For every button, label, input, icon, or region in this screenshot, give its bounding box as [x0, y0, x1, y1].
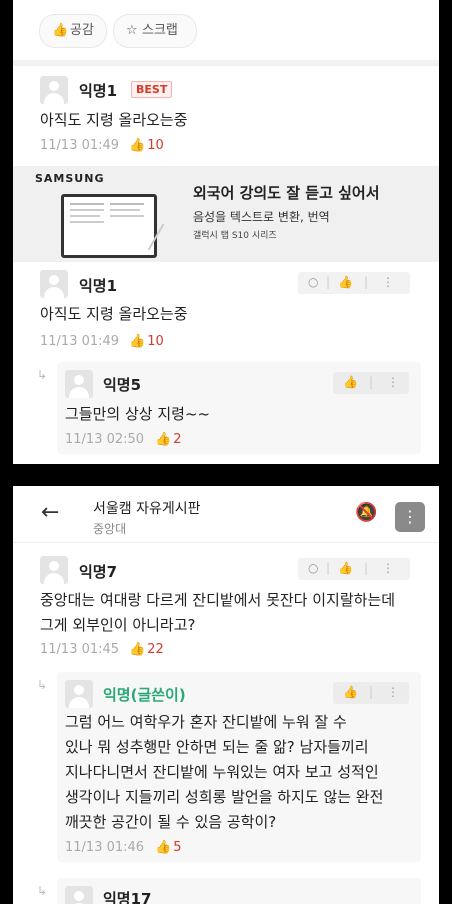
thumbs-up-icon: 👍	[155, 840, 172, 855]
reply-item: 익명17	[57, 878, 421, 904]
comment-text: 아직도 지령 올라오는중	[40, 305, 188, 323]
star-icon: ☆	[126, 23, 138, 38]
comment-author: 익명1	[79, 277, 118, 295]
like-count-value: 10	[147, 334, 164, 349]
reply-text-line: 깨끗한 공간이 될 수 있음 공학이?	[65, 813, 277, 831]
like-count: 👍 10	[129, 138, 164, 153]
more-icon[interactable]: ⋮	[382, 275, 394, 289]
board-title: 서울캠 자유게시판	[93, 501, 201, 517]
like-count: 👍 2	[155, 432, 181, 447]
comments-panel-top: 👍 공감 ☆ 스크랩 익명1 BEST 아직도 지령 올라오는중 11/13 0…	[13, 0, 439, 464]
back-arrow-icon[interactable]: ←	[41, 500, 59, 525]
reply-item: 익명(글쓴이) 👍 | ⋮ 그럼 어느 여학우가 혼자 잔디밭에 누워 잘 수 …	[57, 672, 421, 862]
section-divider	[13, 60, 439, 66]
thumbs-up-icon: 👍	[129, 138, 146, 153]
bell-off-icon[interactable]: 🔕	[355, 502, 377, 523]
comment-text-line: 중앙대는 여대랑 다르게 잔디밭에서 못잔다 이지랄하는데	[40, 591, 396, 609]
reply-actions: 👍 | ⋮	[333, 682, 409, 704]
avatar	[40, 270, 68, 298]
avatar	[65, 886, 93, 904]
ad-brand: SAMSUNG	[35, 172, 105, 185]
ad-product: 갤럭시 탭 S10 시리즈	[193, 231, 277, 241]
comment-author: 익명1	[79, 82, 118, 100]
comment-text-line: 그게 외부인이 아니라고?	[40, 616, 196, 634]
thumbs-up-icon: 👍	[129, 642, 146, 657]
reply-actions: 👍 | ⋮	[333, 372, 409, 394]
ad-banner[interactable]: SAMSUNG 외국어 강의도 잘 듣고 싶어서 음성을 텍스트로 변환, 번역…	[13, 166, 439, 262]
more-menu-button[interactable]: ⋮	[395, 502, 425, 532]
ad-subline: 음성을 텍스트로 변환, 번역	[193, 210, 330, 224]
best-badge: BEST	[131, 81, 173, 98]
avatar	[40, 76, 68, 104]
ad-headline: 외국어 강의도 잘 듣고 싶어서	[193, 184, 380, 202]
like-count-value: 5	[173, 840, 182, 855]
thumbs-up-icon[interactable]: 👍	[338, 561, 353, 575]
like-post-label: 공감	[70, 23, 94, 38]
reply-arrow-icon: ↳	[37, 368, 48, 382]
comment-actions: ○ | 👍 | ⋮	[298, 558, 410, 580]
comment-time: 11/13 01:49	[40, 334, 120, 349]
comment-text: 아직도 지령 올라오는중	[40, 111, 188, 129]
reply-arrow-icon: ↳	[37, 678, 48, 692]
reply-icon[interactable]: ○	[308, 561, 318, 575]
thumbs-up-icon: 👍	[155, 432, 172, 447]
reply-time: 11/13 01:46	[65, 840, 145, 855]
thumbs-up-icon[interactable]: 👍	[343, 685, 358, 699]
reply-arrow-icon: ↳	[37, 884, 48, 898]
reply-author-op: 익명(글쓴이)	[103, 686, 186, 704]
comment-author: 익명7	[79, 563, 118, 581]
reply-text-line: 있나 뭐 성추행만 안하면 되는 줄 앎? 남자들끼리	[65, 738, 369, 756]
like-count: 👍 22	[129, 642, 164, 657]
comments-panel-bottom: ← 서울캠 자유게시판 중앙대 🔕 ⋮ 익명7 ○ | 👍 | ⋮ 중앙대는 여…	[13, 486, 439, 904]
comment-time: 11/13 01:49	[40, 138, 120, 153]
thumbs-up-icon: 👍	[129, 334, 146, 349]
like-count: 👍 5	[155, 840, 181, 855]
reply-author: 익명5	[103, 376, 142, 394]
reply-text-line: 생각이나 지들끼리 성희롱 발언을 하지도 않는 완전	[65, 788, 384, 806]
more-icon[interactable]: ⋮	[382, 561, 394, 575]
comment-actions: ○ | 👍 | ⋮	[298, 272, 410, 294]
more-icon: ⋮	[402, 507, 418, 526]
board-subtitle: 중앙대	[93, 522, 127, 536]
like-count: 👍 10	[129, 334, 164, 349]
like-count-value: 2	[173, 432, 182, 447]
reply-time: 11/13 02:50	[65, 432, 145, 447]
reply-text-line: 지나다니면서 잔디밭에 누워있는 여자 보고 성적인	[65, 763, 379, 781]
like-count-value: 22	[147, 642, 164, 657]
thumbs-up-icon[interactable]: 👍	[338, 275, 353, 289]
avatar	[40, 556, 68, 584]
reply-text: 그들만의 상상 지령~~	[65, 405, 211, 423]
thumbs-up-icon: 👍	[52, 23, 69, 38]
comment-time: 11/13 01:45	[40, 642, 120, 657]
reply-text-line: 그럼 어느 여학우가 혼자 잔디밭에 누워 잘 수	[65, 713, 347, 731]
avatar	[65, 680, 93, 708]
more-icon[interactable]: ⋮	[387, 685, 399, 699]
thumbs-up-icon[interactable]: 👍	[343, 375, 358, 389]
avatar	[65, 370, 93, 398]
more-icon[interactable]: ⋮	[387, 375, 399, 389]
reply-author: 익명17	[103, 890, 152, 904]
scrap-label: 스크랩	[142, 23, 178, 38]
tablet-image	[61, 194, 157, 258]
scrap-button[interactable]: ☆ 스크랩	[113, 14, 197, 48]
reply-icon[interactable]: ○	[308, 275, 318, 289]
reply-item: 익명5 👍 | ⋮ 그들만의 상상 지령~~ 11/13 02:50 👍 2	[57, 362, 421, 454]
header-divider	[13, 542, 439, 543]
like-count-value: 10	[147, 138, 164, 153]
like-post-button[interactable]: 👍 공감	[39, 14, 107, 48]
